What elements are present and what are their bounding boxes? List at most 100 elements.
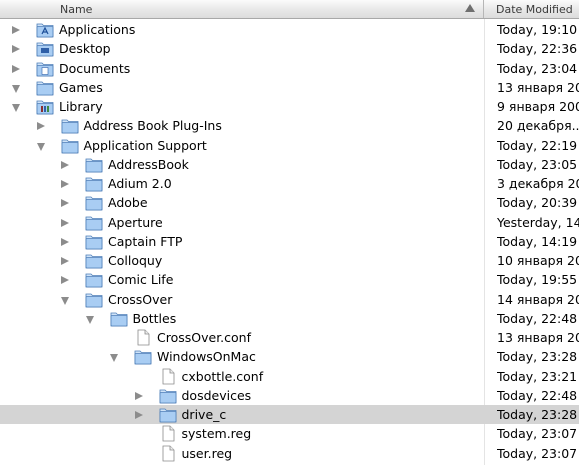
item-name: user.reg xyxy=(181,445,233,461)
item-date-modified: 13 января 20 xyxy=(497,330,579,345)
list-item[interactable]: Library 9 января 200 xyxy=(0,97,579,116)
disclosure-triangle-expanded-icon[interactable] xyxy=(61,296,69,305)
disclosure-triangle-expanded-icon[interactable] xyxy=(85,315,94,324)
disclosure-triangle-collapsed-icon[interactable] xyxy=(134,411,143,419)
disclosure-triangle-expanded-icon[interactable] xyxy=(12,104,20,112)
folder-icon xyxy=(159,406,177,423)
list-item[interactable]: dosdevices Today, 22:48 xyxy=(0,386,579,405)
folder-icon xyxy=(85,175,103,192)
list-item[interactable]: Colloquy 10 января 20 xyxy=(0,251,579,270)
folder-icon xyxy=(61,137,79,154)
item-name: Colloquy xyxy=(108,253,163,268)
list-item[interactable]: Application Support Today, 22:19 xyxy=(0,136,579,155)
disclosure-triangle-collapsed-icon[interactable] xyxy=(12,64,20,73)
sort-ascending-icon xyxy=(465,4,475,12)
date-modified-column-label: Date Modified xyxy=(496,3,573,16)
column-header: Name Date Modified xyxy=(0,0,579,19)
item-date-modified: 3 декабря 20 xyxy=(497,176,579,191)
list-item[interactable]: CrossOver.conf 13 января 20 xyxy=(0,328,579,347)
item-name: Comic Life xyxy=(108,272,174,288)
document-icon xyxy=(159,425,177,442)
disclosure-triangle-collapsed-icon[interactable] xyxy=(12,26,20,34)
list-item[interactable]: Games 13 января 20 xyxy=(0,78,579,97)
list-item[interactable]: Adobe Today, 20:39 xyxy=(0,193,579,212)
item-name: WindowsOnMac xyxy=(157,349,256,365)
item-name: dosdevices xyxy=(181,387,252,403)
disclosure-triangle-collapsed-icon[interactable] xyxy=(61,237,69,246)
item-date-modified: Today, 23:05 xyxy=(497,156,578,172)
list-item[interactable]: drive_c Today, 23:28 xyxy=(0,405,579,425)
folder-icon xyxy=(85,291,103,308)
disclosure-triangle-collapsed-icon[interactable] xyxy=(61,257,69,265)
item-name: Application Support xyxy=(83,137,207,153)
item-name: Aperture xyxy=(108,214,163,230)
list-item[interactable]: Address Book Plug-Ins 20 декабря... xyxy=(0,116,579,135)
folder-icon xyxy=(85,252,103,269)
folder-icon xyxy=(85,271,103,288)
item-name: CrossOver.conf xyxy=(157,330,252,345)
item-date-modified: Today, 23:28 xyxy=(497,407,578,422)
date-modified-column-header[interactable]: Date Modified xyxy=(485,0,579,18)
list-item[interactable]: Documents Today, 23:04 xyxy=(0,59,579,78)
file-list: Applications Today, 19:10 Desktop Today, 22… xyxy=(0,20,579,463)
list-item[interactable]: CrossOver 14 января 20 xyxy=(0,290,579,309)
item-name: Applications xyxy=(59,22,136,37)
list-item[interactable]: system.reg Today, 23:07 xyxy=(0,424,579,443)
library-folder-icon xyxy=(36,98,54,115)
desktop-folder-icon xyxy=(36,40,54,57)
item-name: Adobe xyxy=(108,195,148,211)
item-date-modified: Today, 23:07 xyxy=(497,426,578,442)
item-name: Bottles xyxy=(132,310,177,326)
item-date-modified: Today, 23:21 xyxy=(497,368,578,384)
name-column-header[interactable]: Name xyxy=(0,0,484,18)
item-name: Documents xyxy=(59,60,131,76)
list-item[interactable]: user.reg Today, 23:07 xyxy=(0,444,579,463)
documents-folder-icon xyxy=(36,60,54,77)
disclosure-triangle-collapsed-icon[interactable] xyxy=(61,199,69,208)
item-name: AddressBook xyxy=(108,156,189,172)
list-item[interactable]: Applications Today, 19:10 xyxy=(0,20,579,39)
item-date-modified: 9 января 200 xyxy=(497,99,579,114)
disclosure-triangle-collapsed-icon[interactable] xyxy=(61,218,69,227)
item-name: cxbottle.conf xyxy=(181,368,264,384)
document-icon xyxy=(159,445,177,462)
disclosure-triangle-collapsed-icon[interactable] xyxy=(61,180,69,188)
folder-icon xyxy=(85,233,103,250)
document-icon xyxy=(159,368,177,385)
folder-icon xyxy=(85,214,103,231)
item-date-modified: Today, 22:48 xyxy=(497,310,578,326)
list-item[interactable]: WindowsOnMac Today, 23:28 xyxy=(0,347,579,366)
list-item[interactable]: Adium 2.0 3 декабря 20 xyxy=(0,174,579,193)
document-icon xyxy=(134,329,152,346)
item-name: Desktop xyxy=(59,41,111,57)
disclosure-triangle-expanded-icon[interactable] xyxy=(110,354,118,363)
item-date-modified: Today, 23:04 xyxy=(497,60,578,76)
list-item[interactable]: Aperture Yesterday, 14 xyxy=(0,213,579,232)
disclosure-triangle-collapsed-icon[interactable] xyxy=(61,160,69,169)
item-date-modified: 20 декабря... xyxy=(497,118,579,134)
list-item[interactable]: cxbottle.conf Today, 23:21 xyxy=(0,367,579,386)
item-date-modified: Today, 23:28 xyxy=(497,349,578,365)
disclosure-triangle-collapsed-icon[interactable] xyxy=(134,391,143,400)
item-name: Adium 2.0 xyxy=(108,176,172,191)
name-column-label: Name xyxy=(60,3,93,16)
item-name: Address Book Plug-Ins xyxy=(83,118,222,134)
item-date-modified: 13 января 20 xyxy=(497,79,579,95)
disclosure-triangle-collapsed-icon[interactable] xyxy=(61,276,69,285)
disclosure-triangle-expanded-icon[interactable] xyxy=(36,142,45,151)
list-item[interactable]: Bottles Today, 22:48 xyxy=(0,309,579,328)
item-date-modified: Today, 19:55 xyxy=(497,272,578,288)
folder-icon xyxy=(159,387,177,404)
list-item[interactable]: Comic Life Today, 19:55 xyxy=(0,270,579,289)
item-date-modified: Today, 22:19 xyxy=(497,137,578,153)
disclosure-triangle-expanded-icon[interactable] xyxy=(12,84,20,93)
disclosure-triangle-collapsed-icon[interactable] xyxy=(12,45,20,54)
item-date-modified: Today, 20:39 xyxy=(497,195,578,211)
disclosure-triangle-collapsed-icon[interactable] xyxy=(36,122,45,131)
item-date-modified: Today, 19:10 xyxy=(497,22,578,37)
list-item[interactable]: Captain FTP Today, 14:19 xyxy=(0,232,579,251)
list-item[interactable]: Desktop Today, 22:36 xyxy=(0,39,579,58)
list-item[interactable]: AddressBook Today, 23:05 xyxy=(0,155,579,174)
item-date-modified: Today, 22:36 xyxy=(497,41,578,57)
folder-icon xyxy=(36,79,54,96)
